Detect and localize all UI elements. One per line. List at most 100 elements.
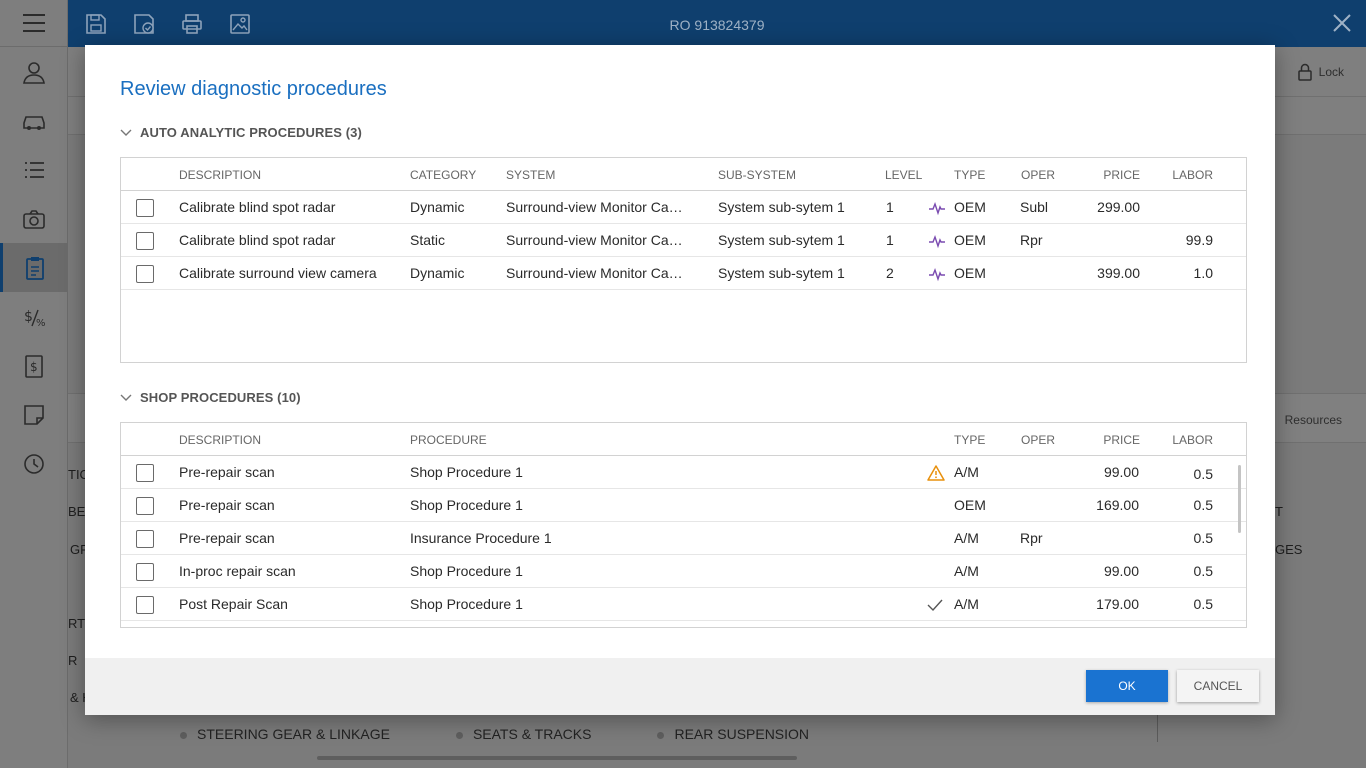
row-procedure: Shop Procedure 1	[410, 596, 523, 612]
col-oper[interactable]: OPER	[1021, 158, 1055, 191]
sidebar-item-invoice[interactable]: $	[0, 341, 67, 390]
car-icon	[22, 115, 45, 130]
row-type: A/M	[954, 464, 979, 480]
row-description: Calibrate blind spot radar	[179, 199, 336, 215]
review-procedures-dialog: Review diagnostic procedures AUTO ANALYT…	[85, 45, 1275, 715]
col-price[interactable]: PRICE	[1081, 158, 1140, 191]
bottom-link[interactable]: SEATS & TRACKS	[456, 726, 592, 742]
row-price: 179.00	[1096, 596, 1139, 612]
row-subsystem: System sub-sytem 1	[718, 199, 845, 215]
row-description: Calibrate surround view camera	[179, 265, 377, 281]
lock-icon	[1297, 63, 1312, 81]
col-type[interactable]: TYPE	[954, 423, 985, 456]
row-type: A/M	[954, 563, 979, 579]
shop-procedures-section-toggle[interactable]: SHOP PROCEDURES (10)	[120, 390, 301, 405]
row-procedure: Insurance Procedure 1	[410, 530, 552, 546]
row-level: 1	[886, 232, 894, 248]
row-checkbox[interactable]	[136, 199, 154, 217]
col-oper[interactable]: OPER	[1021, 423, 1055, 456]
table-row[interactable]: Calibrate surround view camera Dynamic S…	[121, 257, 1246, 290]
col-labor[interactable]: LABOR	[1151, 158, 1213, 191]
table-header: DESCRIPTION PROCEDURE TYPE OPER PRICE LA…	[121, 423, 1246, 456]
section-title: SHOP PROCEDURES (10)	[140, 390, 301, 405]
check-icon	[927, 599, 943, 612]
col-labor[interactable]: LABOR	[1151, 423, 1213, 456]
row-labor: 0.5	[1193, 596, 1213, 612]
row-labor: 0.5	[1193, 563, 1213, 579]
col-subsystem[interactable]: SUB-SYSTEM	[718, 158, 796, 191]
resources-button[interactable]: Resources	[1269, 412, 1342, 428]
row-procedure: Shop Procedure 1	[410, 464, 523, 480]
table-row[interactable]: Calibrate blind spot radar Static Surrou…	[121, 224, 1246, 257]
row-checkbox[interactable]	[136, 596, 154, 614]
table-row[interactable]: Pre-repair scan Shop Procedure 1 A/M 99.…	[121, 456, 1246, 489]
col-description[interactable]: DESCRIPTION	[179, 158, 261, 191]
row-type: OEM	[954, 232, 986, 248]
row-oper: Rpr	[1020, 232, 1043, 248]
horizontal-scrollbar[interactable]	[317, 756, 797, 760]
auto-analytic-table: DESCRIPTION CATEGORY SYSTEM SUB-SYSTEM L…	[120, 157, 1247, 363]
ro-title: RO 913824379	[669, 17, 765, 33]
row-checkbox[interactable]	[136, 563, 154, 581]
bottom-link[interactable]: REAR SUSPENSION	[657, 726, 809, 742]
col-type[interactable]: TYPE	[954, 158, 985, 191]
row-description: Calibrate blind spot radar	[179, 232, 336, 248]
bg-fragment: RT	[68, 616, 86, 631]
col-procedure[interactable]: PROCEDURE	[410, 423, 487, 456]
sidebar-item-customer[interactable]	[0, 47, 67, 96]
col-system[interactable]: SYSTEM	[506, 158, 555, 191]
auto-analytic-section-toggle[interactable]: AUTO ANALYTIC PROCEDURES (3)	[120, 125, 362, 140]
bottom-link[interactable]: STEERING GEAR & LINKAGE	[180, 726, 390, 742]
note-icon	[23, 404, 44, 425]
sidebar-item-notes[interactable]	[0, 390, 67, 439]
sidebar-item-diagnostics[interactable]	[0, 243, 67, 292]
camera-icon	[22, 209, 45, 229]
row-checkbox[interactable]	[136, 265, 154, 283]
row-labor: 99.9	[1185, 232, 1213, 248]
cancel-button[interactable]: CANCEL	[1177, 670, 1259, 702]
ok-button[interactable]: OK	[1086, 670, 1168, 702]
table-row[interactable]: Post Repair Scan Shop Procedure 1 A/M 17…	[121, 588, 1246, 621]
app-sidebar: $% $	[0, 0, 68, 768]
table-row[interactable]: Pre-repair scan Shop Procedure 1 OEM 169…	[121, 489, 1246, 522]
row-type: OEM	[954, 497, 986, 513]
history-icon	[23, 453, 44, 474]
bg-fragment: T	[1275, 504, 1283, 519]
chevron-down-icon	[120, 129, 132, 136]
sidebar-item-list[interactable]	[0, 145, 67, 194]
row-procedure: Shop Procedure 1	[410, 497, 523, 513]
row-labor: 0.5	[1193, 497, 1213, 513]
sidebar-item-rates[interactable]: $%	[0, 292, 67, 341]
col-level[interactable]: LEVEL	[885, 158, 922, 191]
row-level: 1	[886, 199, 894, 215]
sidebar-item-vehicle[interactable]	[0, 96, 67, 145]
col-price[interactable]: PRICE	[1081, 423, 1140, 456]
svg-text:$: $	[30, 360, 38, 374]
row-checkbox[interactable]	[136, 232, 154, 250]
invoice-icon: $	[24, 354, 43, 378]
row-labor: 0.5	[1193, 530, 1213, 546]
table-row[interactable]: Pre-repair scan Insurance Procedure 1 A/…	[121, 522, 1246, 555]
app-topbar: RO 913824379	[68, 0, 1366, 47]
row-price	[1061, 522, 1139, 555]
row-category: Static	[410, 232, 446, 248]
col-description[interactable]: DESCRIPTION	[179, 423, 261, 456]
row-system: Surround-view Monitor Camera	[506, 265, 691, 281]
resources-label: Resources	[1284, 413, 1342, 427]
row-type: A/M	[954, 530, 979, 546]
table-row[interactable]: In-proc repair scan Shop Procedure 1 A/M…	[121, 555, 1246, 588]
dollar-percent-icon: $%	[24, 309, 46, 329]
sidebar-item-history[interactable]	[0, 439, 67, 488]
clipboard-icon	[26, 256, 44, 280]
row-labor	[1151, 191, 1213, 224]
table-row[interactable]: Calibrate blind spot radar Dynamic Surro…	[121, 191, 1246, 224]
row-checkbox[interactable]	[136, 530, 154, 548]
vertical-scrollbar[interactable]	[1238, 465, 1241, 533]
sidebar-item-photos[interactable]	[0, 194, 67, 243]
col-category[interactable]: CATEGORY	[410, 158, 476, 191]
row-checkbox[interactable]	[136, 497, 154, 515]
menu-button[interactable]	[0, 0, 67, 47]
lock-button[interactable]: Lock	[1297, 63, 1344, 81]
row-checkbox[interactable]	[136, 464, 154, 482]
close-app-button[interactable]	[1332, 13, 1352, 38]
